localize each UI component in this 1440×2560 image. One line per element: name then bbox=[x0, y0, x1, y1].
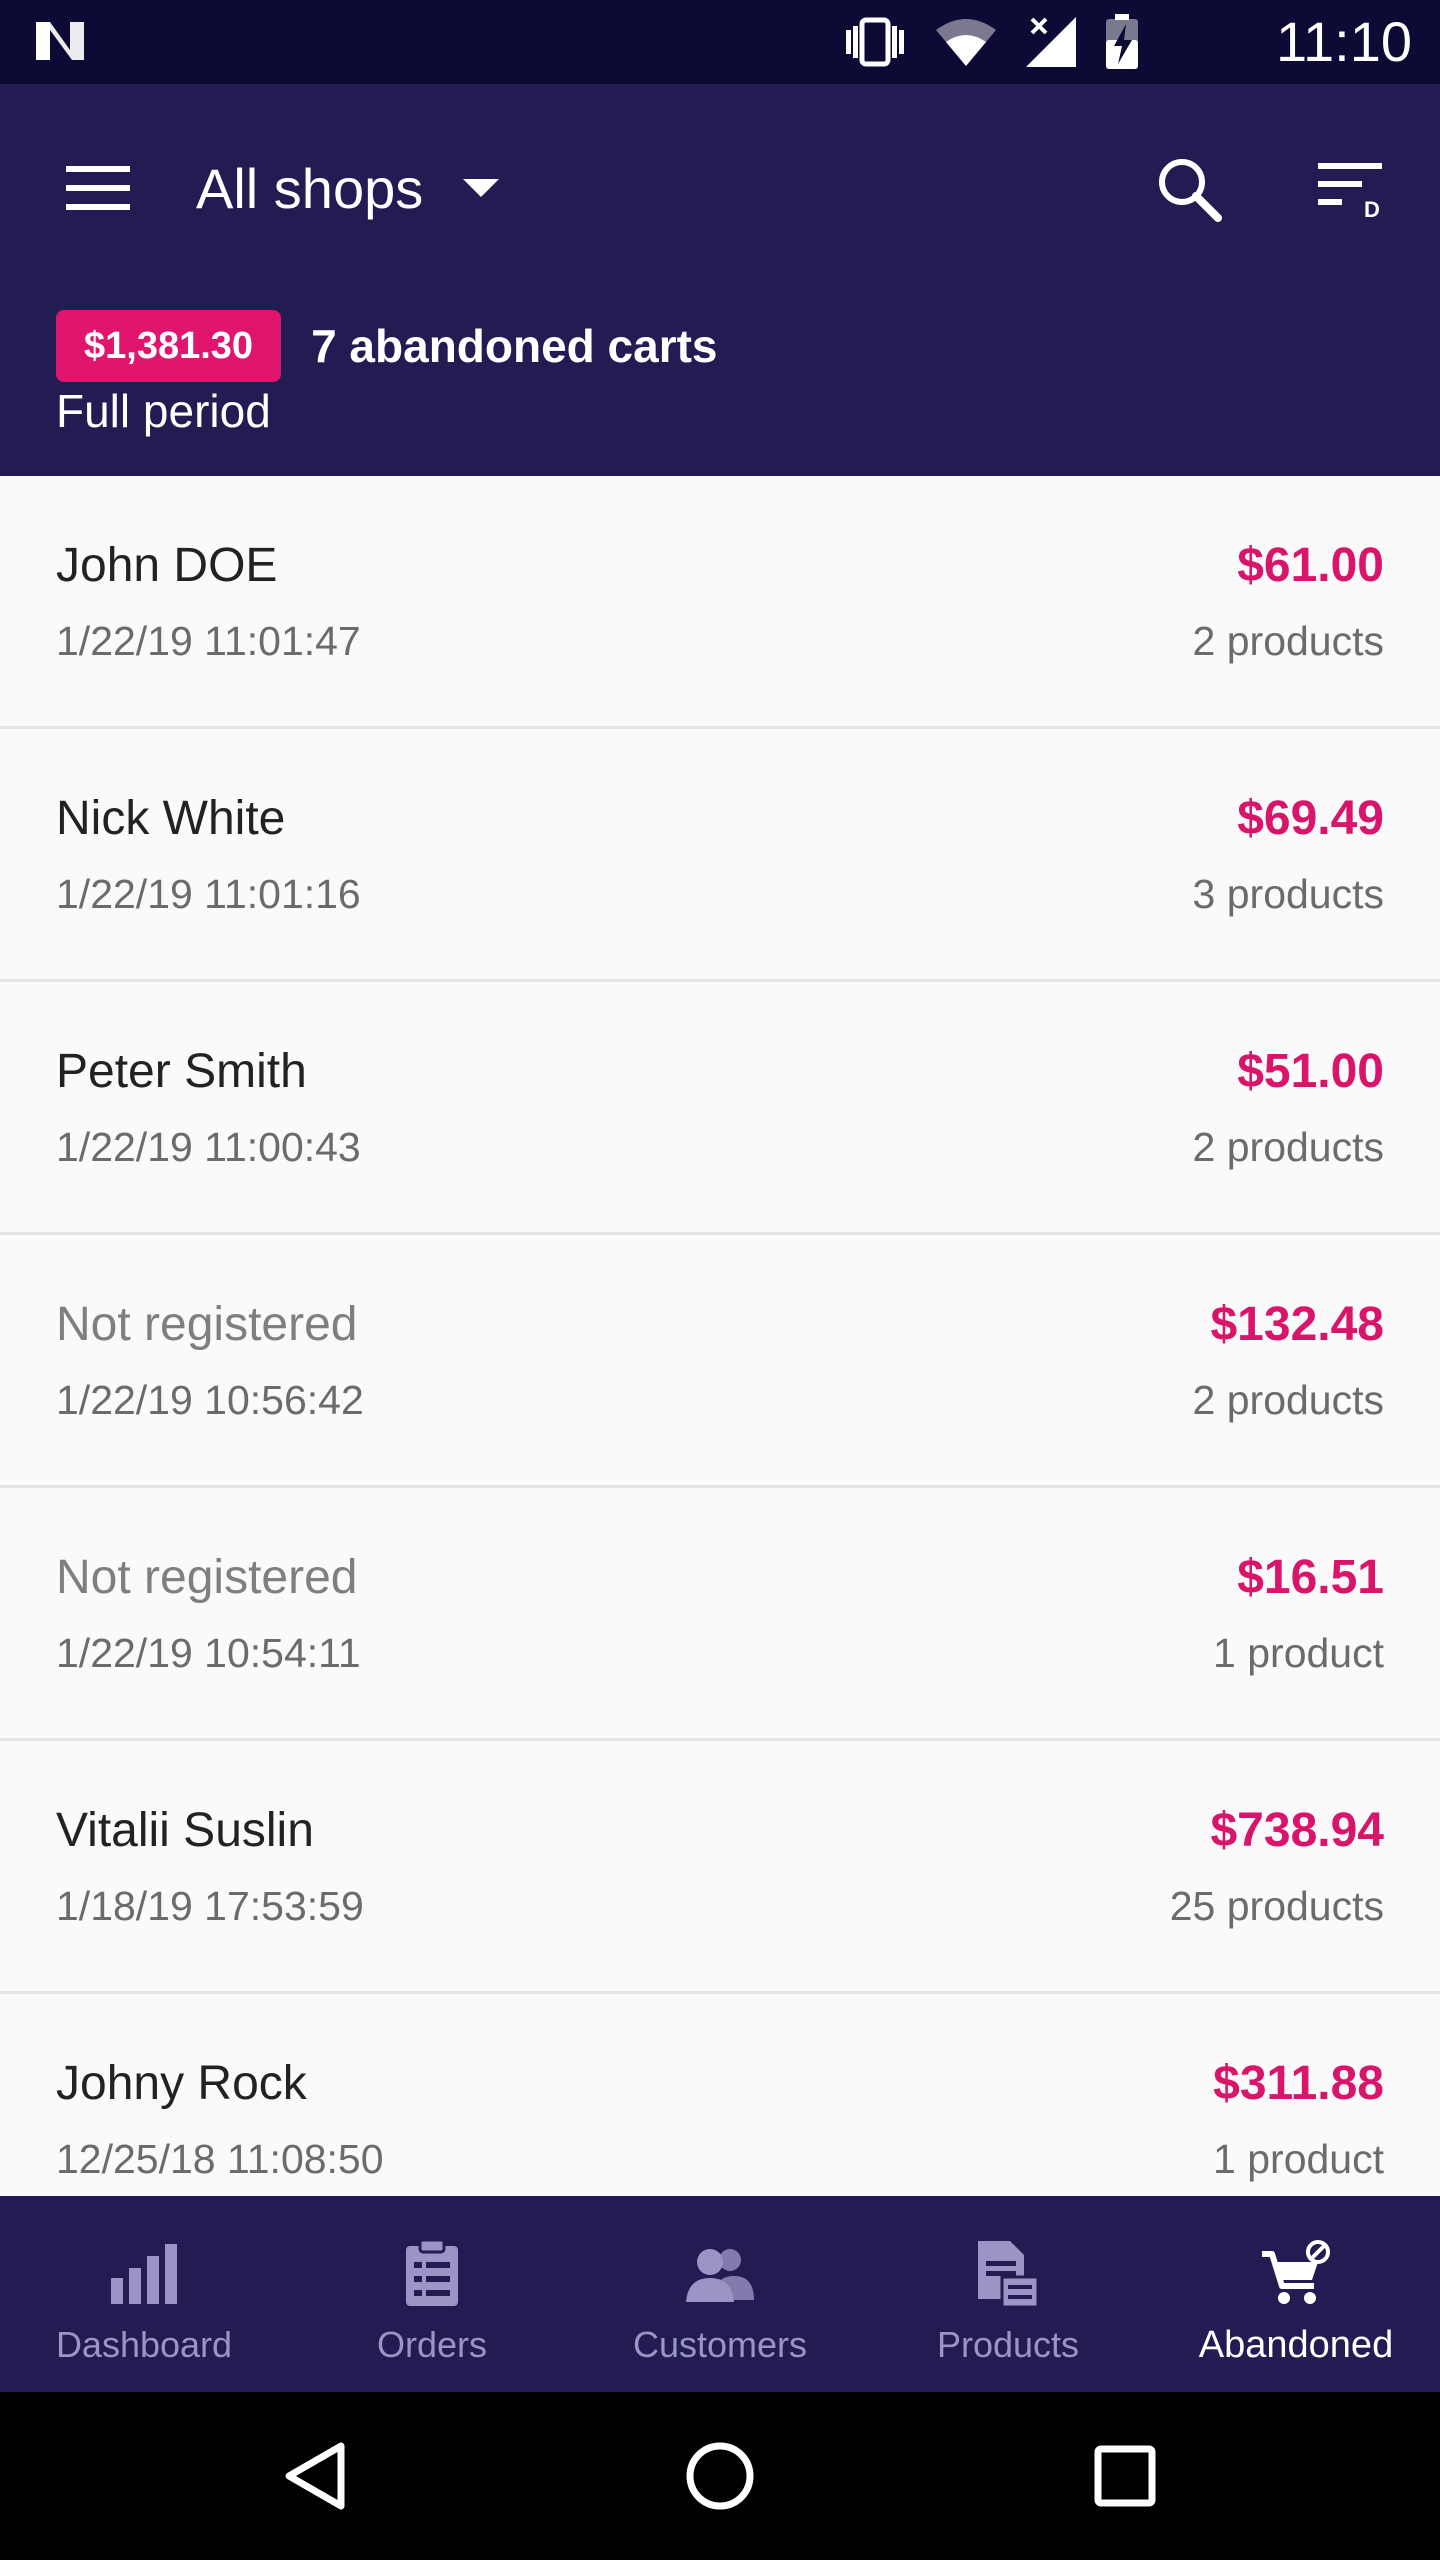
menu-icon bbox=[66, 166, 130, 210]
status-clock: 11:10 bbox=[1276, 10, 1412, 73]
customer-name: John DOE bbox=[56, 539, 278, 592]
cart-row[interactable]: Peter Smith 1/22/19 11:00:43 $51.00 2 pr… bbox=[0, 982, 1440, 1235]
people-icon bbox=[686, 2249, 754, 2302]
search-button[interactable] bbox=[1144, 144, 1234, 234]
back-icon bbox=[285, 2442, 345, 2510]
cart-row[interactable]: Not registered 1/22/19 10:54:11 $16.51 1… bbox=[0, 1488, 1440, 1741]
cart-total: $738.94 bbox=[1210, 1804, 1384, 1857]
cart-row[interactable]: Nick White 1/22/19 11:01:16 $69.49 3 pro… bbox=[0, 729, 1440, 982]
abandoned-cart-list[interactable]: John DOE 1/22/19 11:01:47 $61.00 2 produ… bbox=[0, 476, 1440, 2196]
search-icon bbox=[1159, 159, 1222, 222]
customer-name: Vitalii Suslin bbox=[56, 1804, 314, 1857]
cart-date: 1/22/19 10:54:11 bbox=[56, 1630, 361, 1676]
nav-label-products: Products bbox=[936, 2324, 1080, 2365]
cart-total: $311.88 bbox=[1213, 2057, 1384, 2110]
nav-item-dashboard[interactable]: Dashboard bbox=[0, 2196, 288, 2392]
cart-total: $132.48 bbox=[1210, 1298, 1384, 1351]
status-icons bbox=[842, 14, 1140, 70]
app-bar: All shops D $1,381.30 7 abandoned carts … bbox=[0, 84, 1440, 476]
cart-date: 1/22/19 10:56:42 bbox=[56, 1377, 364, 1423]
signal-icon bbox=[1026, 17, 1076, 67]
nav-label-orders: Orders bbox=[376, 2324, 488, 2365]
cart-row[interactable]: John DOE 1/22/19 11:01:47 $61.00 2 produ… bbox=[0, 476, 1440, 729]
nav-label-abandoned: Abandoned bbox=[1198, 2324, 1394, 2366]
clipboard-icon bbox=[406, 2240, 458, 2306]
back-button[interactable] bbox=[265, 2426, 365, 2526]
cart-row[interactable]: Vitalii Suslin 1/18/19 17:53:59 $738.94 … bbox=[0, 1741, 1440, 1994]
menu-button[interactable] bbox=[56, 146, 140, 230]
period-label[interactable]: Full period bbox=[56, 384, 271, 438]
cart-date: 1/18/19 17:53:59 bbox=[56, 1883, 364, 1929]
customer-name: Not registered bbox=[56, 1298, 358, 1351]
home-button[interactable] bbox=[670, 2426, 770, 2526]
bottom-navigation: Dashboard Orders Customers Products Aban… bbox=[0, 2196, 1440, 2392]
cart-total: $51.00 bbox=[1237, 1045, 1384, 1098]
sort-filter-icon: D bbox=[1318, 163, 1382, 219]
abandoned-count: 7 abandoned carts bbox=[311, 320, 718, 372]
cart-product-count: 25 products bbox=[1169, 1883, 1384, 1929]
n-logo-icon bbox=[36, 22, 84, 60]
nav-item-abandoned[interactable]: Abandoned bbox=[1152, 2196, 1440, 2392]
customer-name: Peter Smith bbox=[56, 1045, 307, 1098]
cart-total: $69.49 bbox=[1237, 792, 1384, 845]
cart-product-count: 2 products bbox=[1192, 1124, 1384, 1170]
nav-item-customers[interactable]: Customers bbox=[576, 2196, 864, 2392]
abandoned-summary: $1,381.30 7 abandoned carts bbox=[56, 310, 718, 382]
home-icon bbox=[686, 2442, 754, 2510]
customer-name: Not registered bbox=[56, 1551, 358, 1604]
recents-button[interactable] bbox=[1075, 2426, 1175, 2526]
wifi-icon bbox=[936, 19, 996, 66]
cart-product-count: 2 products bbox=[1192, 618, 1384, 664]
nav-label-customers: Customers bbox=[632, 2324, 808, 2365]
recents-icon bbox=[1094, 2445, 1156, 2507]
battery-icon bbox=[1106, 14, 1138, 69]
customer-name: Nick White bbox=[56, 792, 286, 845]
cart-row[interactable]: Johny Rock 12/25/18 11:08:50 $311.88 1 p… bbox=[0, 1994, 1440, 2196]
nav-item-orders[interactable]: Orders bbox=[288, 2196, 576, 2392]
cart-product-count: 1 product bbox=[1213, 1630, 1384, 1676]
cart-date: 1/22/19 11:00:43 bbox=[56, 1124, 361, 1170]
nav-item-products[interactable]: Products bbox=[864, 2196, 1152, 2392]
vibrate-icon bbox=[846, 17, 904, 67]
customer-name: Johny Rock bbox=[56, 2057, 307, 2110]
cart-row[interactable]: Not registered 1/22/19 10:56:42 $132.48 … bbox=[0, 1235, 1440, 1488]
cart-product-count: 1 product bbox=[1213, 2136, 1384, 2182]
sort-filter-button[interactable]: D bbox=[1306, 144, 1396, 234]
cart-date: 12/25/18 11:08:50 bbox=[56, 2136, 384, 2182]
cart-date: 1/22/19 11:01:47 bbox=[56, 618, 361, 664]
bar-chart-icon bbox=[111, 2244, 177, 2304]
cart-icon bbox=[1262, 2240, 1330, 2304]
total-amount-badge: $1,381.30 bbox=[56, 310, 282, 382]
cart-product-count: 2 products bbox=[1192, 1377, 1384, 1423]
cart-date: 1/22/19 11:01:16 bbox=[56, 871, 361, 917]
chevron-down-icon bbox=[463, 179, 500, 197]
cart-total: $16.51 bbox=[1237, 1551, 1384, 1604]
system-navigation-bar bbox=[0, 2392, 1440, 2560]
cart-product-count: 3 products bbox=[1192, 871, 1384, 917]
document-icon bbox=[978, 2241, 1040, 2309]
status-bar: 11:10 bbox=[0, 0, 1440, 84]
svg-text:D: D bbox=[1364, 197, 1380, 219]
shop-selector-label: All shops bbox=[196, 156, 424, 220]
nav-label-dashboard: Dashboard bbox=[55, 2324, 233, 2365]
cart-total: $61.00 bbox=[1237, 539, 1384, 592]
shop-selector[interactable]: All shops bbox=[196, 146, 500, 230]
